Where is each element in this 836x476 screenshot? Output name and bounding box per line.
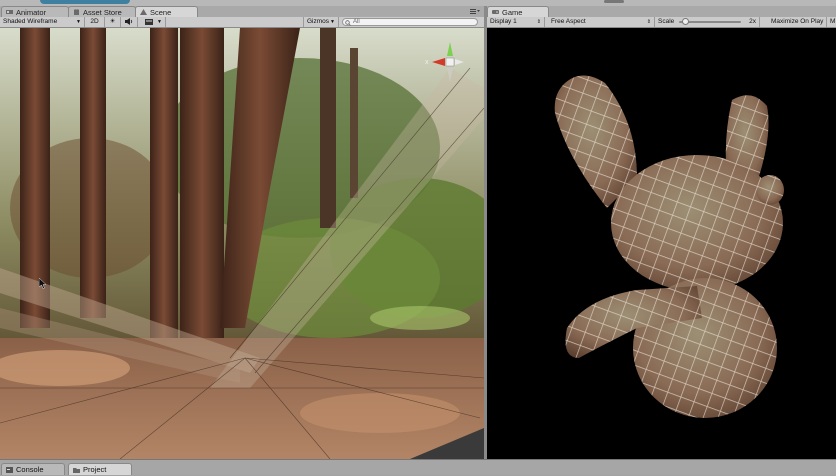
gizmo-x-axis-icon[interactable] [432,58,445,66]
maximize-label: Maximize On Play [771,18,824,25]
panel-menu-icon[interactable] [470,9,480,15]
search-icon [345,20,351,26]
tab-animator[interactable]: Animator [1,6,69,17]
gizmo-x-label: x [425,59,429,66]
search-placeholder: All [353,19,360,25]
2d-label: 2D [90,18,99,25]
2d-toggle-button[interactable]: 2D [85,17,105,27]
animator-icon [6,10,13,14]
scene-toolbar: Shaded Wireframe ▼ 2D ☀ ▼ Gizmos ▼ All [0,17,484,28]
game-toolbar: Display 1 ⇕ Free Aspect ⇕ Scale 2x Maxim… [487,17,836,28]
truncated-label: M [830,18,836,25]
tab-project[interactable]: Project [68,463,132,475]
game-tab-row: Game [487,6,836,17]
game-icon [492,10,499,14]
gizmo-neg-y-axis-icon[interactable] [447,68,453,82]
mouse-cursor-icon [39,278,47,289]
gizmo-y-axis-icon[interactable] [447,42,453,56]
tab-scene[interactable]: Scene [135,6,198,17]
tab-asset-store[interactable]: Asset Store [68,6,136,17]
draw-mode-label: Shaded Wireframe [3,18,58,25]
gizmo-neg-x-axis-icon[interactable] [455,59,464,65]
effects-dropdown[interactable]: ▼ [142,17,166,27]
updown-arrow-icon: ⇕ [646,19,651,25]
truncated-button[interactable]: M [827,17,836,27]
aspect-dropdown[interactable]: Free Aspect ⇕ [548,17,655,27]
dropdown-arrow-icon: ▼ [330,19,335,25]
tab-asset-store-label: Asset Store [83,8,122,17]
draw-mode-dropdown[interactable]: Shaded Wireframe ▼ [0,17,85,27]
tab-game-label: Game [502,8,523,17]
image-icon [145,19,153,25]
sun-icon: ☀ [109,18,116,25]
scale-slider-thumb[interactable] [681,18,689,25]
audio-toggle-button[interactable] [121,17,138,27]
scene-orientation-gizmo[interactable]: x [424,38,466,88]
dropdown-arrow-icon: ▼ [76,19,81,25]
updown-arrow-icon: ⇕ [536,19,541,25]
tab-animator-label: Animator [16,8,47,17]
tab-scene-label: Scene [150,8,172,17]
tab-console-label: Console [16,465,44,474]
tab-game[interactable]: Game [487,6,549,17]
lighting-toggle-button[interactable]: ☀ [105,17,121,27]
title-dash [604,0,624,3]
scale-control: Scale 2x [655,17,760,27]
speaker-icon [124,18,132,25]
display-dropdown[interactable]: Display 1 ⇕ [487,17,545,27]
asset-store-icon [74,9,79,15]
scene-icon [140,9,147,15]
scene-view[interactable]: x [0,28,484,459]
tab-project-label: Project [83,465,107,474]
gizmos-label: Gizmos [307,18,330,25]
scene-skybox [0,28,484,459]
scene-search-input[interactable]: All [342,18,478,26]
bunny-model [554,75,784,418]
title-accent [40,0,130,4]
dropdown-arrow-icon: ▼ [157,19,162,25]
bottom-tab-row: Console Project [0,459,836,475]
display-label: Display 1 [490,18,517,25]
aspect-label: Free Aspect [551,18,586,25]
maximize-on-play-button[interactable]: Maximize On Play [768,17,827,27]
scale-value: 2x [749,18,756,25]
scale-label: Scale [658,18,675,25]
gizmos-dropdown[interactable]: Gizmos ▼ [303,17,339,27]
game-view[interactable] [487,28,836,459]
gizmo-center-cube[interactable] [445,57,455,67]
console-icon [6,467,13,473]
project-icon [73,468,80,473]
scene-tab-row: Animator Asset Store Scene [0,6,484,17]
tab-console[interactable]: Console [1,463,65,475]
scale-slider[interactable] [679,18,741,25]
